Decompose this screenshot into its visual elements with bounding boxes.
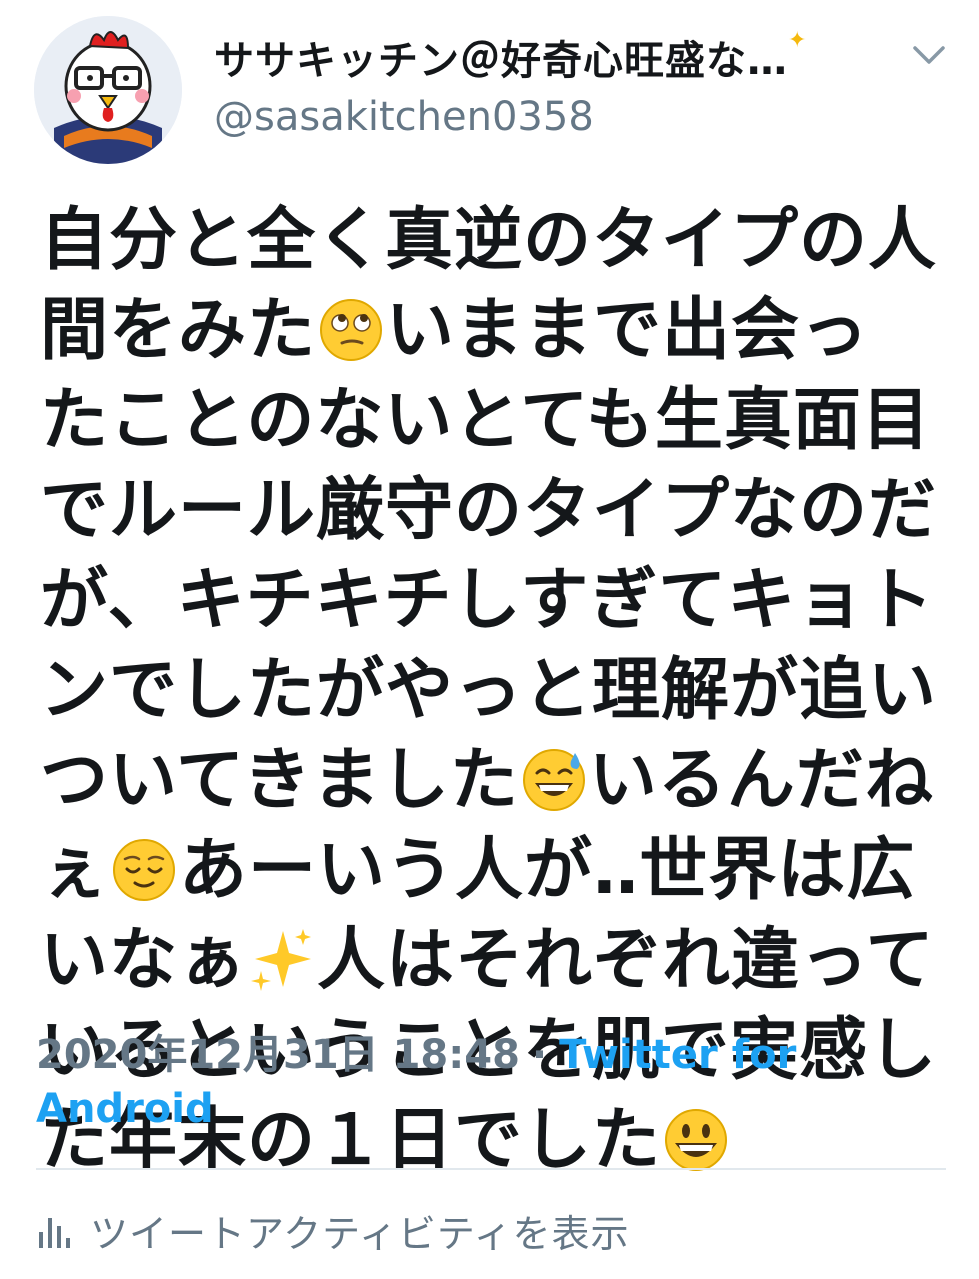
tweet-text-segment: たことのないとても生真面目 (40, 381, 931, 460)
face-with-rolling-eyes-emoji-icon (320, 299, 383, 361)
view-activity-label: ツイートアクティビティを表示 (90, 1211, 630, 1256)
tweet-text-line: ついてきました いるんだね (40, 736, 940, 826)
tweet-text-line: たことのないとても生真面目 (40, 376, 940, 466)
separator-dot: · (531, 1032, 548, 1078)
tweet-text-segment: あーいう人が‥世界は広 (179, 831, 916, 910)
tweet-text-line: いなぁ 人はそれぞれ違って (40, 916, 940, 1006)
rooster-avatar-image (34, 16, 182, 164)
tweet-text-line: ンでしたがやっと理解が追い (40, 646, 940, 736)
display-name-text: ササキッチン＠好奇心旺盛な… (214, 38, 788, 84)
tweet-text-segment: 自分と全く真逆のタイプの人 (40, 201, 938, 280)
bar-chart-icon (39, 1218, 70, 1248)
view-activity-button[interactable]: ツイートアクティビティを表示 (36, 1200, 630, 1260)
tweet-text-line: でルール厳守のタイプなのだ (40, 466, 940, 556)
tweet-text-segment: いるんだね (588, 741, 934, 820)
sparkle-icon: ✦ (788, 28, 808, 53)
tweet-text-segment: 間をみた (40, 291, 317, 370)
tweet-text-line: 間をみた いままで出会っ (40, 286, 940, 376)
user-handle[interactable]: @sasakitchen0358 (214, 94, 594, 140)
tweet-meta: 2020年12月31日 18:48 · Twitter for Android (36, 1028, 936, 1136)
tweet-text-line: 自分と全く真逆のタイプの人 (40, 196, 940, 286)
divider (36, 1168, 946, 1170)
tweet-text-segment: でルール厳守のタイプなのだ (40, 471, 938, 550)
chevron-down-icon[interactable] (909, 40, 949, 70)
tweet-text-segment: ぇ (40, 831, 110, 910)
display-name[interactable]: ササキッチン＠好奇心旺盛な…✦ (214, 28, 807, 86)
tweet-text-segment: いままで出会っ (386, 291, 870, 370)
tweet-text-segment: ついてきました (40, 741, 519, 820)
relieved-face-emoji-icon (113, 839, 176, 901)
timestamp[interactable]: 2020年12月31日 18:48 (36, 1032, 520, 1078)
tweet-text-segment: 人はそれぞれ違って (317, 921, 935, 1000)
tweet-text-segment: ンでしたがやっと理解が追い (40, 651, 938, 730)
sparkles-emoji-icon (251, 929, 312, 991)
avatar[interactable] (34, 16, 182, 164)
tweet-text-segment: が、キチキチしすぎてキョト (40, 561, 935, 640)
tweet-text-segment: いなぁ (40, 921, 248, 1000)
tweet-text-line: が、キチキチしすぎてキョト (40, 556, 940, 646)
grinning-face-with-sweat-emoji-icon (522, 749, 585, 811)
tweet-card: ササキッチン＠好奇心旺盛な…✦ @sasakitchen0358 自分と全く真逆… (0, 0, 979, 1279)
tweet-text-line: ぇあーいう人が‥世界は広 (40, 826, 940, 916)
